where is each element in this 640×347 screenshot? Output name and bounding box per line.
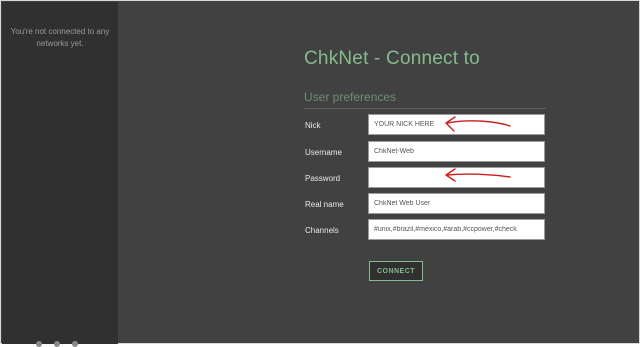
annotation-arrows — [445, 116, 511, 182]
password-arrow-annotation — [445, 168, 511, 182]
nick-arrow-annotation — [445, 116, 511, 132]
